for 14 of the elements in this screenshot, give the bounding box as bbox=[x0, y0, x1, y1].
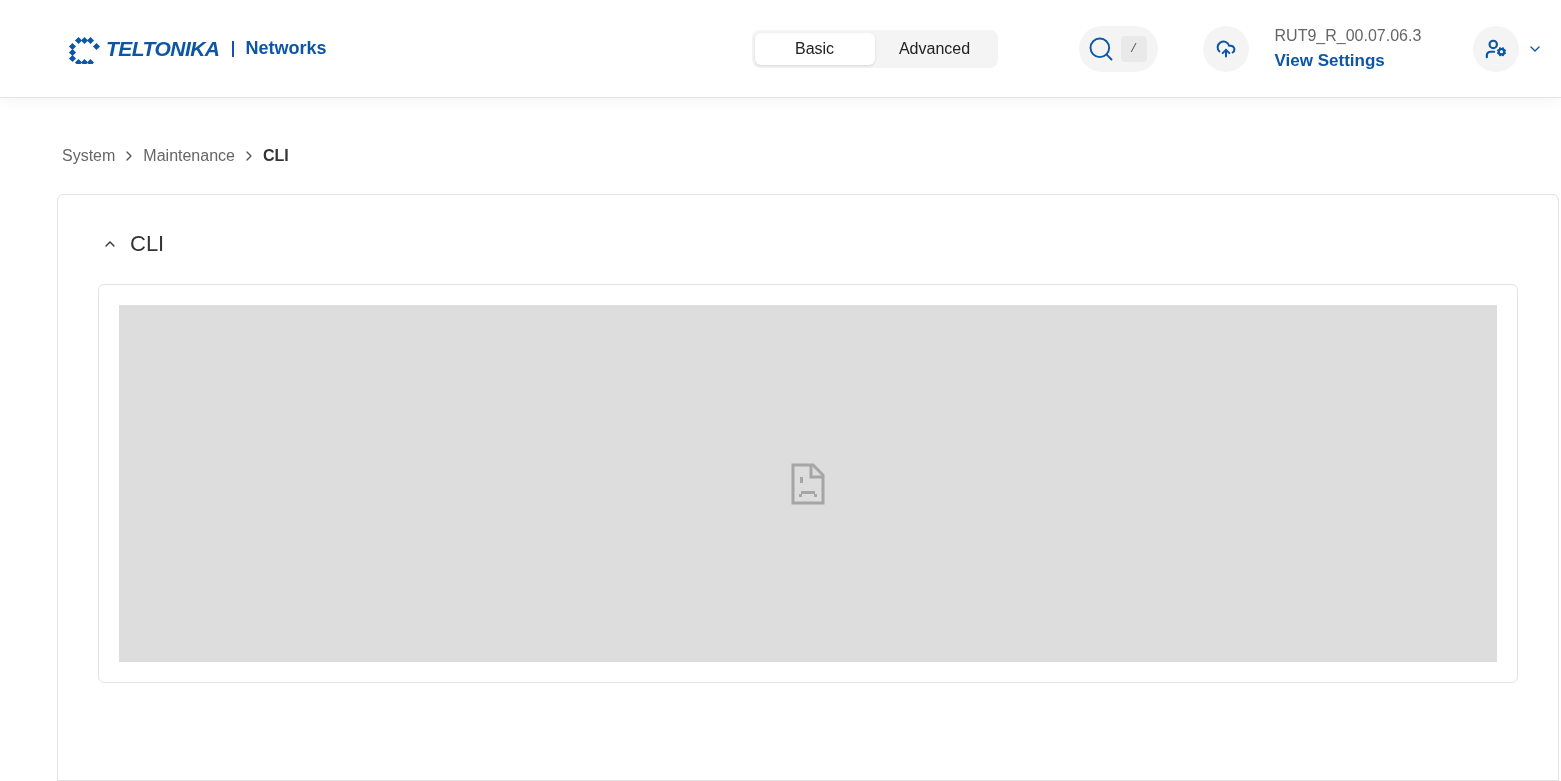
cloud-upload-icon bbox=[1215, 38, 1236, 59]
mode-tab[interactable]: Advanced bbox=[874, 32, 995, 65]
breadcrumb-item[interactable]: Maintenance bbox=[143, 144, 235, 168]
brand-name: TELTONIKA bbox=[106, 35, 220, 62]
view-settings-link[interactable]: View Settings bbox=[1274, 47, 1422, 74]
breadcrumb-item[interactable]: CLI bbox=[262, 144, 289, 168]
product-name: Networks bbox=[245, 37, 327, 60]
user-settings-icon bbox=[1485, 37, 1507, 60]
mode-tab[interactable]: Basic bbox=[754, 32, 875, 65]
search-button[interactable]: / bbox=[1078, 25, 1158, 72]
section-toggle[interactable]: CLI bbox=[98, 227, 165, 260]
broken-page-icon bbox=[791, 462, 825, 505]
firmware-version: RUT9_R_00.07.06.3 bbox=[1274, 25, 1422, 46]
breadcrumb-item[interactable]: System bbox=[62, 144, 116, 168]
